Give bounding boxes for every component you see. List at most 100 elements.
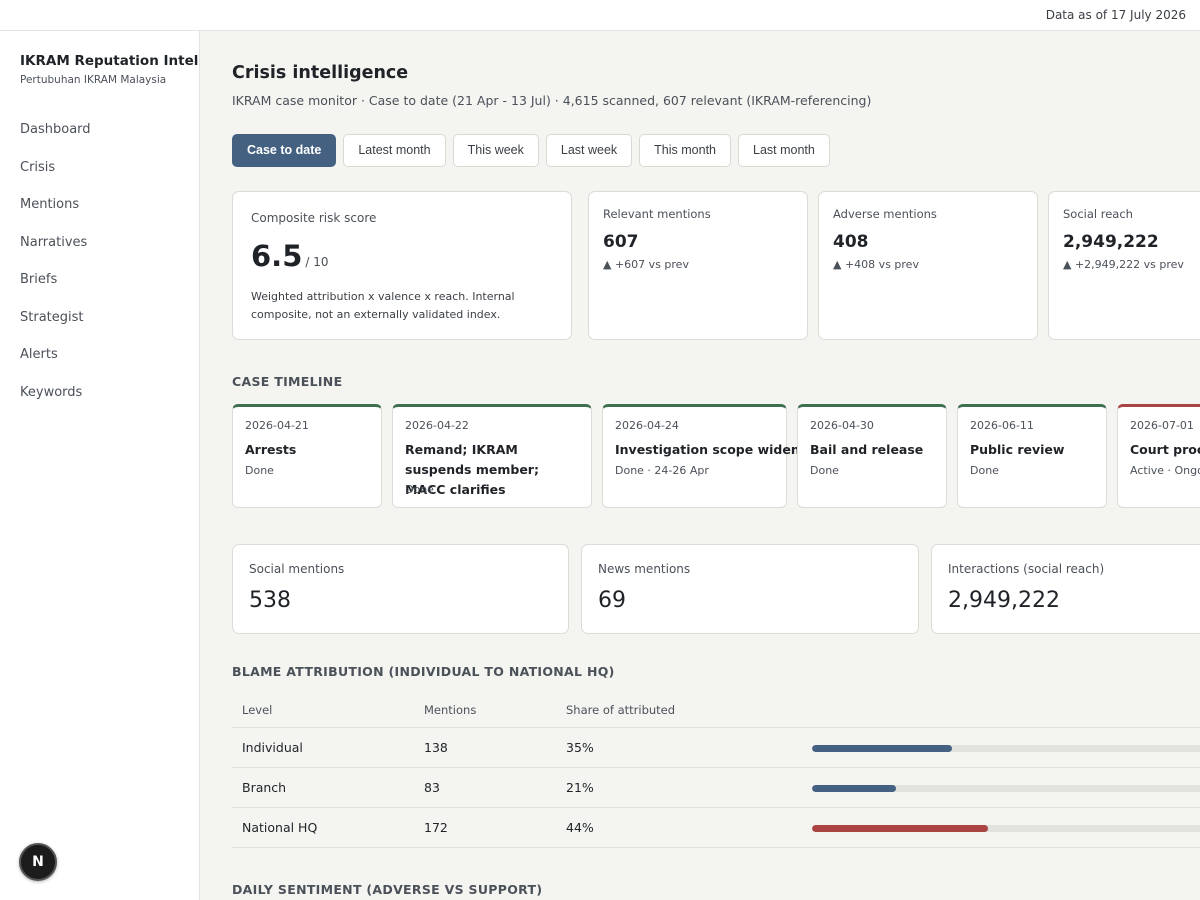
row-level: Individual: [242, 740, 303, 755]
timeline-event-date: 2026-04-22: [405, 419, 469, 432]
period-last-week-button[interactable]: Last week: [545, 134, 633, 167]
timeline-event[interactable]: 2026-06-11 Public review Done: [957, 404, 1107, 508]
app-name: IKRAM Reputation Intel: [20, 53, 199, 69]
share-bar-fill: [812, 745, 952, 752]
sidebar-item-briefs[interactable]: Briefs: [20, 270, 91, 308]
kpi-delta-text: +2,949,222 vs prev: [1074, 258, 1184, 271]
blame-attribution-table: Level Mentions Share of attributed Indiv…: [232, 696, 1200, 848]
timeline-event[interactable]: 2026-07-01 Court proceedings Active · On…: [1117, 404, 1200, 508]
kpi-label: Social reach: [1063, 207, 1133, 221]
row-mentions: 172: [424, 820, 448, 835]
timeline-event-date: 2026-07-01: [1130, 419, 1194, 432]
timeline-event-status: Active · Ongoing: [1130, 464, 1200, 477]
case-timeline-heading: CASE TIMELINE: [232, 374, 343, 389]
timeline-event-status: Done: [405, 483, 434, 496]
kpi-relevant-mentions: Relevant mentions 607 ▲ +607 vs prev: [588, 191, 808, 340]
sidebar-item-dashboard[interactable]: Dashboard: [20, 120, 91, 158]
kpi-label: Adverse mentions: [833, 207, 937, 221]
period-latest-month-button[interactable]: Latest month: [343, 134, 446, 167]
triangle-up-icon: ▲: [1063, 258, 1072, 271]
kpi-delta: ▲ +607 vs prev: [603, 258, 689, 271]
timeline-event-status: Done: [245, 464, 274, 477]
row-mentions: 83: [424, 780, 440, 795]
share-bar: [812, 745, 1200, 752]
timeline-event-status: Done: [970, 464, 999, 477]
timeline-event-title: Public review: [970, 442, 1065, 457]
share-bar-fill: [812, 785, 896, 792]
risk-score-description: Weighted attribution x valence x reach. …: [251, 290, 515, 321]
share-bar: [812, 785, 1200, 792]
social-mentions-card: Social mentions 538: [232, 544, 569, 634]
org-name: Pertubuhan IKRAM Malaysia: [20, 74, 167, 86]
sidebar-item-alerts[interactable]: Alerts: [20, 345, 91, 383]
daily-sentiment-heading: DAILY SENTIMENT (ADVERSE VS SUPPORT): [232, 882, 543, 897]
triangle-up-icon: ▲: [833, 258, 842, 271]
kpi-adverse-mentions: Adverse mentions 408 ▲ +408 vs prev: [818, 191, 1038, 340]
kpi-delta-text: +607 vs prev: [614, 258, 689, 271]
sidebar-item-narratives[interactable]: Narratives: [20, 233, 91, 271]
row-share: 21%: [566, 780, 594, 795]
timeline-event-status: Done · 24-26 Apr: [615, 464, 709, 477]
period-selector: Case to date Latest month This week Last…: [232, 134, 837, 167]
column-header-share: Share of attributed: [566, 703, 676, 717]
table-row: Branch 83 21%: [232, 768, 1200, 808]
page-subtitle: IKRAM case monitor · Case to date (21 Ap…: [232, 93, 872, 108]
metric-value: 538: [249, 588, 291, 613]
period-last-month-button[interactable]: Last month: [738, 134, 830, 167]
brand: IKRAM Reputation Intel Pertubuhan IKRAM …: [20, 53, 198, 86]
kpi-label: Relevant mentions: [603, 207, 711, 221]
column-header-mentions: Mentions: [424, 703, 477, 717]
period-this-week-button[interactable]: This week: [452, 134, 539, 167]
timeline-event-status: Done: [810, 464, 839, 477]
timeline-event-date: 2026-04-24: [615, 419, 679, 432]
risk-score: 6.5/ 10: [251, 239, 329, 273]
table-row: National HQ 172 44%: [232, 808, 1200, 848]
row-mentions: 138: [424, 740, 448, 755]
kpi-social-reach: Social reach 2,949,222 ▲ +2,949,222 vs p…: [1048, 191, 1200, 340]
sidebar-item-crisis[interactable]: Crisis: [20, 158, 91, 196]
row-share: 44%: [566, 820, 594, 835]
kpi-delta: ▲ +2,949,222 vs prev: [1063, 258, 1184, 271]
row-level: National HQ: [242, 820, 318, 835]
row-share: 35%: [566, 740, 594, 755]
period-case-to-date-button[interactable]: Case to date: [232, 134, 337, 167]
sidebar-item-keywords[interactable]: Keywords: [20, 383, 91, 421]
blame-attribution-heading: BLAME ATTRIBUTION (INDIVIDUAL TO NATIONA…: [232, 664, 615, 679]
metric-value: 2,949,222: [948, 588, 1060, 613]
kpi-delta-text: +408 vs prev: [844, 258, 919, 271]
news-mentions-card: News mentions 69: [581, 544, 919, 634]
period-this-month-button[interactable]: This month: [639, 134, 732, 167]
sidebar-item-mentions[interactable]: Mentions: [20, 195, 91, 233]
page-title: Crisis intelligence: [232, 63, 409, 83]
timeline-event-title: Investigation scope widens: [615, 442, 808, 457]
risk-score-card: Composite risk score 6.5/ 10 Weighted at…: [232, 191, 572, 340]
sidebar-nav: Dashboard Crisis Mentions Narratives Bri…: [20, 120, 91, 420]
main-content: Crisis intelligence IKRAM case monitor ·…: [232, 31, 1200, 900]
risk-score-label: Composite risk score: [251, 211, 377, 225]
timeline-event[interactable]: 2026-04-21 Arrests Done: [232, 404, 382, 508]
metric-label: News mentions: [598, 562, 691, 576]
top-bar: Data as of 17 July 2026: [0, 0, 1200, 31]
dev-tools-badge[interactable]: N: [19, 843, 57, 881]
kpi-delta: ▲ +408 vs prev: [833, 258, 919, 271]
risk-score-denominator: / 10: [305, 255, 329, 269]
share-bar-fill: [812, 825, 988, 832]
row-level: Branch: [242, 780, 287, 795]
timeline-event-date: 2026-06-11: [970, 419, 1034, 432]
risk-score-value: 6.5: [251, 239, 303, 273]
timeline-event[interactable]: 2026-04-30 Bail and release Done: [797, 404, 947, 508]
timeline-event-title: Arrests: [245, 442, 297, 457]
timeline-event-title: Court proceedings: [1130, 442, 1200, 457]
timeline-event-date: 2026-04-30: [810, 419, 874, 432]
table-row: Individual 138 35%: [232, 728, 1200, 768]
timeline-event[interactable]: 2026-04-22 Remand; IKRAM suspends member…: [392, 404, 592, 508]
interactions-card: Interactions (social reach) 2,949,222: [931, 544, 1200, 634]
kpi-value: 607: [603, 232, 639, 252]
timeline-event[interactable]: 2026-04-24 Investigation scope widens Do…: [602, 404, 808, 508]
table-header: Level Mentions Share of attributed: [232, 696, 1200, 728]
column-header-level: Level: [242, 703, 273, 717]
metric-label: Social mentions: [249, 562, 345, 576]
triangle-up-icon: ▲: [603, 258, 612, 271]
sidebar-item-strategist[interactable]: Strategist: [20, 308, 91, 346]
timeline-event-title: Bail and release: [810, 442, 924, 457]
